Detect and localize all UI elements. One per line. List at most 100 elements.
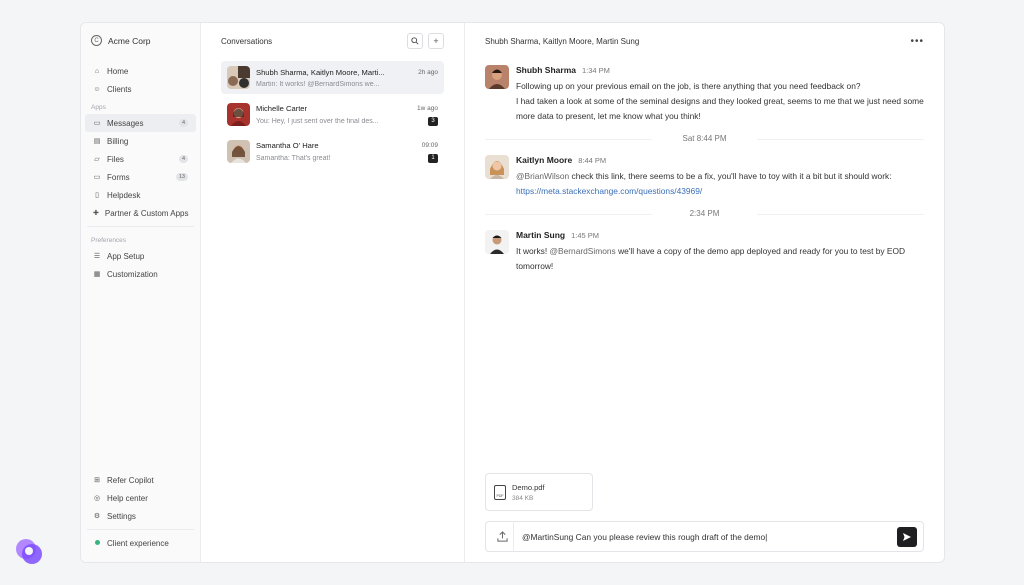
conversations-title: Conversations — [221, 36, 273, 46]
copilot-logo — [16, 539, 42, 564]
status-dot-icon — [93, 539, 101, 547]
sidebar-item-customization[interactable]: ▦ Customization — [85, 265, 196, 283]
client-experience-toggle[interactable]: Client experience — [85, 534, 196, 552]
plus-icon: + — [433, 36, 439, 46]
conversation-preview: You: Hey, I just sent over the final des… — [256, 117, 379, 125]
send-button[interactable] — [897, 526, 917, 547]
search-button[interactable] — [407, 33, 423, 49]
sidebar-item-billing[interactable]: ▤ Billing — [85, 132, 196, 150]
billing-icon: ▤ — [93, 138, 101, 145]
sliders-icon: ☰ — [93, 253, 101, 260]
message-icon: ▭ — [93, 120, 101, 127]
chat-panel: Shubh Sharma, Kaitlyn Moore, Martin Sung… — [465, 23, 944, 562]
conversation-name: Shubh Sharma, Kaitlyn Moore, Marti... — [256, 67, 385, 77]
conversation-time: 09:09 — [421, 141, 438, 149]
section-label-preferences: Preferences — [91, 237, 127, 244]
sidebar-item-home[interactable]: ⌂ Home — [85, 62, 196, 80]
conversation-name: Michelle Carter — [256, 103, 308, 113]
folder-icon: ▱ — [94, 156, 100, 163]
mention[interactable]: @BernardSimons — [550, 246, 616, 256]
sidebar-item-help-center[interactable]: ◎ Help center — [85, 489, 196, 507]
message: Shubh Sharma 1:34 PM Following up on you… — [485, 65, 924, 124]
mention[interactable]: @BrianWilson — [516, 171, 569, 181]
message-time: 1:34 PM — [581, 66, 610, 75]
book-icon: ▯ — [95, 192, 99, 199]
message-text-body: check this link, there seems to be a fix… — [569, 171, 892, 181]
message: Kaitlyn Moore 8:44 PM @BrianWilson check… — [485, 155, 924, 199]
sidebar-item-label: App Setup — [107, 251, 145, 261]
conversation-item[interactable]: Shubh Sharma, Kaitlyn Moore, Marti... 2h… — [221, 61, 444, 94]
puzzle-icon: ✚ — [93, 210, 99, 217]
count-badge: 13 — [175, 173, 188, 181]
sidebar-item-label: Forms — [107, 172, 130, 182]
sidebar-item-label: Home — [107, 66, 129, 76]
pdf-file-icon: PDF — [494, 484, 506, 500]
sidebar-item-label: Customization — [107, 269, 158, 279]
unread-badge: 3 — [428, 116, 438, 126]
client-experience-label: Client experience — [107, 538, 169, 548]
message-composer — [485, 521, 924, 552]
avatar — [227, 140, 250, 163]
send-icon — [903, 532, 911, 541]
sidebar-item-forms[interactable]: ▭ Forms 13 — [85, 168, 196, 186]
attachment-card[interactable]: PDF Demo.pdf 384 KB — [485, 473, 593, 511]
message-list: Shubh Sharma 1:34 PM Following up on you… — [465, 59, 944, 284]
more-options-icon[interactable]: ••• — [910, 36, 924, 47]
help-icon: ◎ — [93, 495, 101, 502]
message-author: Shubh Sharma — [516, 65, 576, 75]
sidebar-item-label: Billing — [107, 136, 129, 146]
message-author: Kaitlyn Moore — [516, 155, 573, 165]
sidebar-item-label: Help center — [107, 493, 148, 503]
upload-button[interactable] — [492, 521, 514, 552]
message: Martin Sung 1:45 PM It works! @BernardSi… — [485, 230, 924, 274]
message-text: @BrianWilson check this link, there seem… — [516, 169, 924, 199]
sidebar-item-helpdesk[interactable]: ▯ Helpdesk — [85, 186, 196, 204]
app-window: C Acme Corp ⌂ Home ☺ Clients Apps ▭ Mess… — [80, 22, 945, 563]
message-input[interactable] — [522, 531, 889, 542]
avatar — [227, 103, 250, 126]
message-link[interactable]: https://meta.stackexchange.com/questions… — [516, 186, 702, 196]
gear-icon: ⚙ — [93, 513, 101, 520]
sidebar-item-files[interactable]: ▱ Files 4 — [85, 150, 196, 168]
message-text: It works! @BernardSimons we'll have a co… — [516, 244, 924, 274]
search-icon — [411, 37, 419, 45]
count-badge: 4 — [178, 155, 188, 163]
conversation-item[interactable]: Michelle Carter 1w ago You: Hey, I just … — [221, 98, 444, 131]
attachment-size: 384 KB — [512, 494, 534, 502]
count-badge: 4 — [178, 119, 188, 127]
date-separator: 2:34 PM — [485, 209, 924, 218]
home-icon: ⌂ — [94, 67, 100, 75]
conversation-preview: Martin: It works! @BernardSimons we... — [256, 80, 380, 88]
sidebar: C Acme Corp ⌂ Home ☺ Clients Apps ▭ Mess… — [81, 23, 201, 562]
sidebar-item-settings[interactable]: ⚙ Settings — [85, 507, 196, 525]
sidebar-item-messages[interactable]: ▭ Messages 4 — [85, 114, 196, 132]
gift-icon: ⊞ — [94, 477, 100, 484]
conversations-header: Conversations + — [201, 23, 464, 59]
sidebar-item-app-setup[interactable]: ☰ App Setup — [85, 247, 196, 265]
conversation-preview: Samantha: That's great! — [256, 154, 331, 162]
sidebar-item-label: Refer Copilot — [107, 475, 154, 485]
sidebar-item-label: Clients — [107, 84, 132, 94]
sidebar-item-clients[interactable]: ☺ Clients — [85, 80, 196, 98]
attachment-name: Demo.pdf — [512, 482, 545, 492]
divider — [87, 529, 194, 530]
forms-icon: ▭ — [93, 174, 101, 181]
new-conversation-button[interactable]: + — [428, 33, 444, 49]
conversation-name: Samantha O' Hare — [256, 140, 319, 150]
avatar — [485, 155, 509, 179]
workspace-switcher[interactable]: C Acme Corp — [81, 23, 200, 62]
message-time: 1:45 PM — [571, 231, 600, 240]
group-avatar — [227, 66, 250, 89]
user-icon: ☺ — [93, 85, 101, 93]
sidebar-item-refer-copilot[interactable]: ⊞ Refer Copilot — [85, 471, 196, 489]
conversation-item[interactable]: Samantha O' Hare 09:09 Samantha: That's … — [221, 135, 444, 168]
brand-name: Acme Corp — [108, 35, 151, 46]
chat-title: Shubh Sharma, Kaitlyn Moore, Martin Sung — [485, 36, 640, 46]
conversation-time: 1w ago — [417, 104, 438, 112]
file-type-label: PDF — [496, 493, 504, 498]
conversations-panel: Conversations + Shubh Sharma, Kaitlyn Mo… — [201, 23, 465, 562]
sidebar-item-partner-apps[interactable]: ✚ Partner & Custom Apps — [85, 204, 196, 222]
section-label-apps: Apps — [91, 104, 106, 111]
upload-icon — [497, 531, 508, 542]
message-text-lead: It works! — [516, 246, 550, 256]
